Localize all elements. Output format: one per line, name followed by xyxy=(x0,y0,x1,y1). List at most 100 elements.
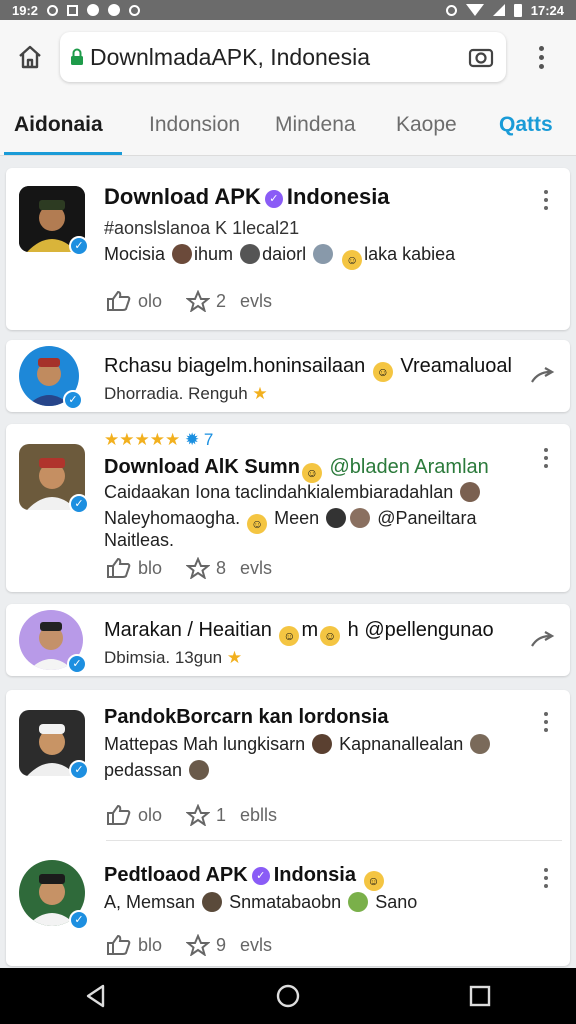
card-menu-button[interactable] xyxy=(536,186,556,214)
url-text: DownlmadaAPK, Indonesia xyxy=(90,43,370,70)
alarm-icon xyxy=(445,4,457,16)
gear-icon: ✹ xyxy=(184,430,200,449)
tab-qatts[interactable]: Qatts xyxy=(499,94,553,156)
like-button[interactable]: olo xyxy=(106,804,162,826)
avatar xyxy=(312,734,333,754)
tab-bar: Aidonaia Indonsion Mindena Kaope Qatts xyxy=(0,94,576,156)
reaction-button[interactable]: 8 evls xyxy=(186,557,272,579)
overflow-menu-icon xyxy=(544,712,548,732)
emoji-icon: ☺ xyxy=(301,463,322,483)
lock-icon xyxy=(70,48,84,66)
post-text: Caidaakan Iona taclindahkialembiaradahla… xyxy=(104,482,482,503)
post-title: Marakan / Heaitian ☺ m ☺ h @pellengunao xyxy=(104,619,494,646)
reaction-button[interactable]: 1 eblls xyxy=(186,804,277,826)
post-card[interactable]: ✓ Marakan / Heaitian ☺ m ☺ h @pellengunao … xyxy=(6,604,570,676)
post-title: Pedtloaod APK ✓ Indonsia ☺ xyxy=(104,864,386,891)
notification-icon xyxy=(47,4,59,16)
like-icon xyxy=(107,557,131,578)
post-feed-panel: ✓ PandokBorcarn kan lordonsia Mattepas M… xyxy=(6,690,570,966)
post-card[interactable]: ✓ Rchasu biagelm.honinsailaan ☺ Vreamalu… xyxy=(6,340,570,412)
card-menu-button[interactable] xyxy=(536,864,556,892)
verified-icon: ✓ xyxy=(69,494,89,514)
avatar[interactable]: ✓ xyxy=(19,610,87,674)
like-icon xyxy=(107,804,131,825)
star-icon: ★ xyxy=(226,648,243,667)
notification-icon xyxy=(87,4,100,16)
camera-icon xyxy=(468,48,494,68)
like-button[interactable]: olo xyxy=(106,290,162,312)
like-icon xyxy=(107,934,131,955)
avatar[interactable]: ✓ xyxy=(19,710,89,780)
avatar[interactable]: ✓ xyxy=(19,346,83,410)
card-menu-button[interactable] xyxy=(536,444,556,472)
avatar[interactable]: ✓ xyxy=(19,186,89,256)
camera-button[interactable] xyxy=(466,42,496,72)
post-text: pedassan xyxy=(104,760,211,781)
recents-icon[interactable] xyxy=(467,983,493,1009)
verified-icon: ✓ xyxy=(63,390,83,410)
browser-menu-button[interactable] xyxy=(506,20,576,94)
verified-icon: ✓ xyxy=(251,867,270,885)
emoji-icon: ☺ xyxy=(279,626,300,646)
avatar xyxy=(460,482,481,502)
avatar xyxy=(240,244,261,264)
avatar xyxy=(202,892,223,912)
star-icon xyxy=(186,290,210,312)
post-title: Download AlK Sumn ☺ @bladen Aramlan xyxy=(104,456,489,483)
like-button[interactable]: blo xyxy=(106,557,162,579)
share-icon[interactable] xyxy=(530,366,556,386)
post-subtitle: #aonslslanoa K 1lecal21 xyxy=(104,218,300,238)
avatar xyxy=(189,760,210,780)
share-icon[interactable] xyxy=(530,630,556,650)
post-title: Rchasu biagelm.honinsailaan ☺ Vreamaluoa… xyxy=(104,355,512,382)
verified-icon: ✓ xyxy=(264,190,283,208)
wifi-icon xyxy=(465,4,484,16)
star-icon xyxy=(186,804,210,826)
post-card[interactable]: ✓ Download APK ✓ Indonesia #aonslslanoa K … xyxy=(6,168,570,330)
verified-icon: ✓ xyxy=(69,760,89,780)
avatar[interactable]: ✓ xyxy=(19,860,89,930)
post-text: Naitleas. xyxy=(104,530,175,550)
active-tab-indicator xyxy=(4,152,122,155)
card-menu-button[interactable] xyxy=(536,708,556,736)
star-icon: ★ xyxy=(252,384,268,403)
browser-toolbar: DownlmadaAPK, Indonesia xyxy=(0,20,576,94)
signal-icon xyxy=(492,4,505,16)
like-icon xyxy=(107,290,131,311)
post-title: PandokBorcarn kan lordonsia xyxy=(104,706,389,728)
like-button[interactable]: blo xyxy=(106,934,162,956)
status-time-right: 17:24 xyxy=(530,2,564,18)
overflow-menu-icon xyxy=(544,448,548,468)
avatar xyxy=(470,734,491,754)
post-card[interactable]: ★★★★★ ✹ 7 ✓ Download AlK Sumn ☺ @bladen A… xyxy=(6,424,570,592)
post-subtitle: Dbimsia. 13gun ★ xyxy=(104,648,243,667)
avatar xyxy=(313,244,334,264)
home-circle-icon[interactable] xyxy=(275,983,301,1009)
address-bar[interactable]: DownlmadaAPK, Indonesia xyxy=(60,32,506,82)
reaction-button[interactable]: 2 evls xyxy=(186,290,272,312)
star-icon: ★★★★★ xyxy=(104,430,181,449)
tab-aidonaia[interactable]: Aidonaia xyxy=(14,94,103,156)
verified-icon: ✓ xyxy=(69,236,89,256)
verified-icon: ✓ xyxy=(67,654,87,674)
overflow-menu-icon xyxy=(538,45,544,69)
avatar xyxy=(326,508,347,528)
avatar[interactable]: ✓ xyxy=(19,444,89,514)
post-text: Mocisia ihum daiorl ☺ laka kabiea xyxy=(104,244,455,270)
home-icon xyxy=(19,45,41,69)
tab-kaope[interactable]: Kaope xyxy=(396,94,457,156)
overflow-menu-icon xyxy=(544,190,548,210)
battery-icon xyxy=(513,3,522,17)
emoji-icon: ☺ xyxy=(247,514,268,534)
tab-indonsion[interactable]: Indonsion xyxy=(149,94,240,156)
back-icon[interactable] xyxy=(83,983,109,1009)
emoji-icon: ☺ xyxy=(372,362,393,382)
reaction-button[interactable]: 9 evls xyxy=(186,934,272,956)
home-button[interactable] xyxy=(0,20,60,94)
status-time-left: 19:2 xyxy=(12,2,39,18)
emoji-icon: ☺ xyxy=(342,250,363,270)
verified-icon: ✓ xyxy=(69,910,89,930)
post-title: Download APK ✓ Indonesia xyxy=(104,184,390,209)
tab-mindena[interactable]: Mindena xyxy=(275,94,356,156)
avatar xyxy=(348,892,369,912)
